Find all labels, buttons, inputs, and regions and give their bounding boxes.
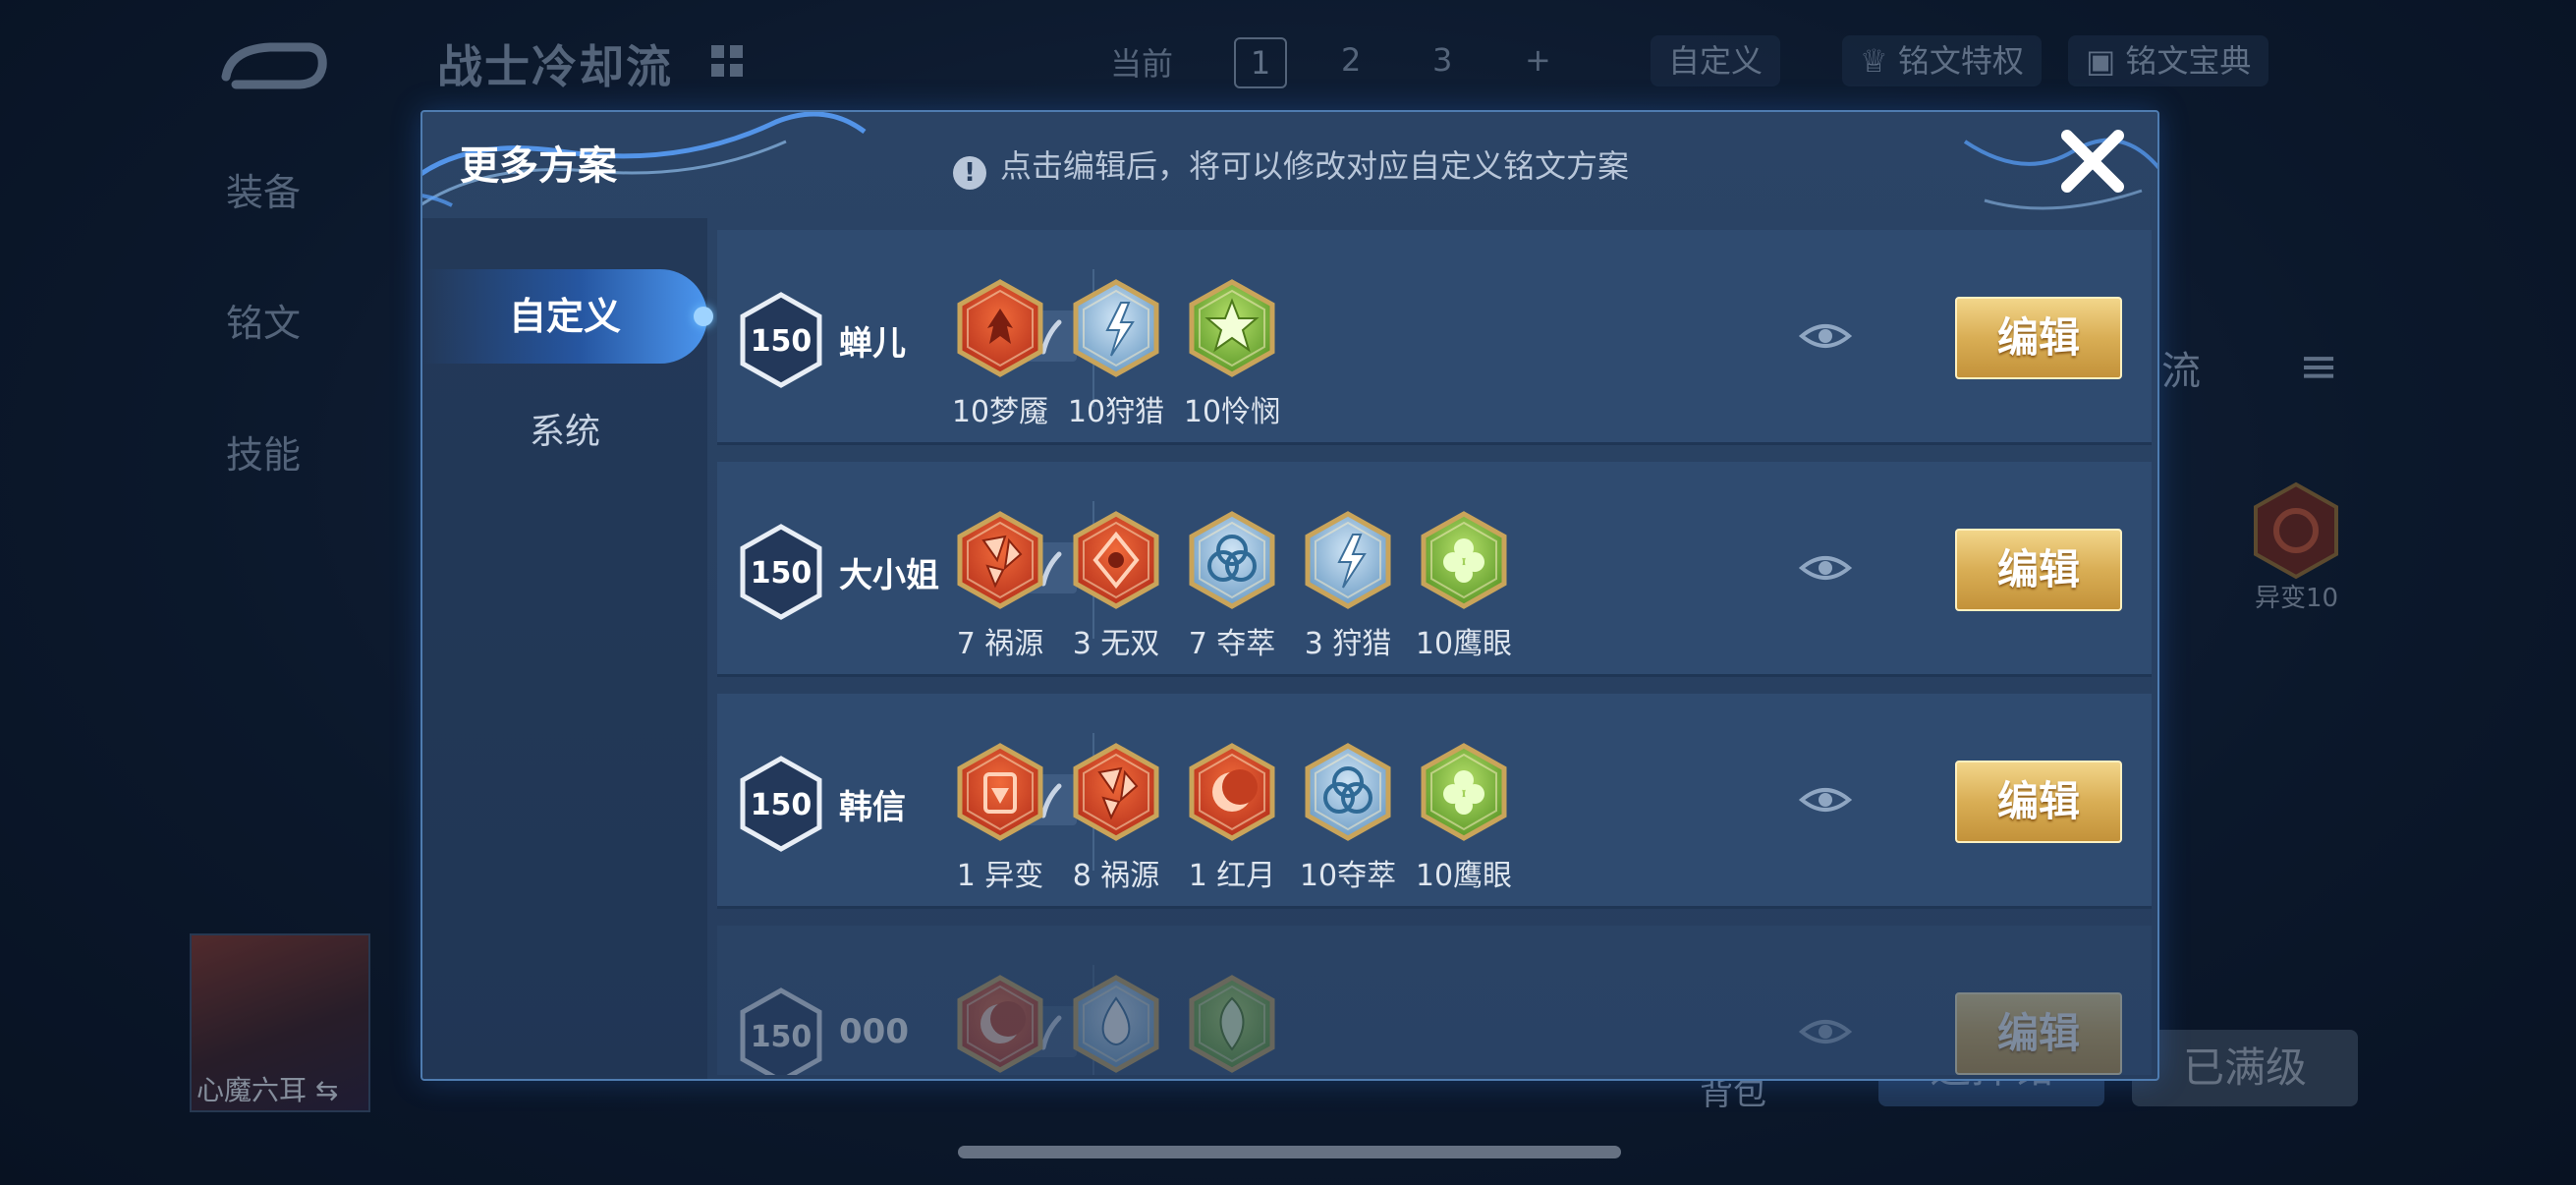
edit-hint-text: 点击编辑后，将可以修改对应自定义铭文方案: [1000, 147, 1630, 185]
rune-slot[interactable]: [1304, 511, 1392, 609]
level-badge: 150: [740, 292, 822, 388]
shards-icon: [1073, 743, 1159, 841]
rune-label: 1 异变: [956, 859, 1044, 893]
level-text: 150: [751, 788, 812, 822]
close-button[interactable]: [2053, 122, 2132, 200]
active-indicator-dot: [694, 307, 713, 326]
rune-label: 10怜悯: [1183, 395, 1281, 429]
rune-label: 8 祸源: [1072, 859, 1160, 893]
level-text: 150: [751, 1020, 812, 1054]
rune-slot[interactable]: [1188, 975, 1276, 1073]
dialog-header: 更多方案 ! 点击编辑后，将可以修改对应自定义铭文方案: [422, 112, 2157, 218]
plan-name: 韩信: [839, 788, 906, 827]
rune-slot[interactable]: [1072, 511, 1160, 609]
edit-button[interactable]: 编辑: [1955, 297, 2122, 379]
crescent-icon: [957, 975, 1043, 1073]
level-text: 150: [751, 556, 812, 591]
triquetra-icon: [1305, 743, 1391, 841]
plan-list[interactable]: 150 蝉儿 10梦魇 10狩猎 10怜悯 编辑 150 大小姐 7 祸源 3 …: [717, 230, 2152, 1075]
eye-icon[interactable]: [1798, 776, 1853, 823]
clover-icon: [1421, 511, 1507, 609]
rune-slot[interactable]: [1072, 743, 1160, 841]
rune-slot[interactable]: [956, 743, 1044, 841]
shards-icon: [957, 511, 1043, 609]
rune-slot[interactable]: [1188, 743, 1276, 841]
lightning-icon: [1073, 279, 1159, 377]
leaf-icon: [1189, 975, 1275, 1073]
rune-slot[interactable]: [1188, 279, 1276, 377]
rune-label: 10鹰眼: [1415, 627, 1513, 661]
flame-crest-icon: [957, 279, 1043, 377]
rune-label: 1 红月: [1188, 859, 1276, 893]
more-plans-dialog: 更多方案 ! 点击编辑后，将可以修改对应自定义铭文方案 自定义 系统 150 蝉儿: [420, 110, 2159, 1081]
level-text: 150: [751, 324, 812, 359]
edit-hint: ! 点击编辑后，将可以修改对应自定义铭文方案: [953, 141, 1629, 190]
lightning-icon: [1305, 511, 1391, 609]
triquetra-icon: [1189, 511, 1275, 609]
rune-slot[interactable]: [1304, 743, 1392, 841]
level-badge: 150: [740, 756, 822, 852]
plan-row[interactable]: 150 韩信 1 异变 8 祸源 1 红月 10夺萃 10鹰眼 编辑: [717, 694, 2152, 909]
gate-icon: [957, 743, 1043, 841]
dialog-sidebar: 自定义 系统: [422, 218, 713, 1079]
edit-button[interactable]: 编辑: [1955, 992, 2122, 1075]
level-badge: 150: [740, 988, 822, 1075]
rune-label: 10鹰眼: [1415, 859, 1513, 893]
rune-label: 7 夺萃: [1188, 627, 1276, 661]
rune-label: 3 无双: [1072, 627, 1160, 661]
plan-name: 大小姐: [839, 556, 939, 595]
plan-row[interactable]: 150 蝉儿 10梦魇 10狩猎 10怜悯 编辑: [717, 230, 2152, 445]
rune-label: 10梦魇: [951, 395, 1049, 429]
rune-slot[interactable]: [956, 975, 1044, 1073]
rune-slot[interactable]: [1188, 511, 1276, 609]
tab-custom-label: 自定义: [508, 295, 621, 338]
plan-name: 000: [839, 1012, 909, 1051]
star-icon: [1189, 279, 1275, 377]
plan-name: 蝉儿: [839, 324, 906, 364]
tab-system[interactable]: 系统: [422, 385, 707, 480]
rune-label: 10狩猎: [1067, 395, 1165, 429]
info-icon: !: [953, 156, 986, 190]
rune-slot[interactable]: [956, 279, 1044, 377]
eye-icon[interactable]: [1798, 1008, 1853, 1055]
eye-icon[interactable]: [1798, 544, 1853, 592]
rune-label: 7 祸源: [956, 627, 1044, 661]
rune-slot[interactable]: [1420, 511, 1508, 609]
dialog-title: 更多方案: [460, 143, 617, 189]
water-drop-icon: [1073, 975, 1159, 1073]
edit-button[interactable]: 编辑: [1955, 529, 2122, 611]
tab-custom[interactable]: 自定义: [422, 269, 713, 364]
plan-row[interactable]: 150 000 编辑: [717, 926, 2152, 1075]
rune-slot[interactable]: [1420, 743, 1508, 841]
close-icon: [2061, 130, 2124, 193]
crescent-icon: [1189, 743, 1275, 841]
rune-slot[interactable]: [1072, 279, 1160, 377]
clover-icon: [1421, 743, 1507, 841]
plan-row[interactable]: 150 大小姐 7 祸源 3 无双 7 夺萃 3 狩猎 10鹰眼 编辑: [717, 462, 2152, 677]
rune-label: 3 狩猎: [1304, 627, 1392, 661]
level-badge: 150: [740, 524, 822, 620]
rune-slot[interactable]: [956, 511, 1044, 609]
edit-button[interactable]: 编辑: [1955, 761, 2122, 843]
rune-label: 10夺萃: [1299, 859, 1397, 893]
rune-slot[interactable]: [1072, 975, 1160, 1073]
eye-icon[interactable]: [1798, 312, 1853, 360]
diamond-spiral-icon: [1073, 511, 1159, 609]
